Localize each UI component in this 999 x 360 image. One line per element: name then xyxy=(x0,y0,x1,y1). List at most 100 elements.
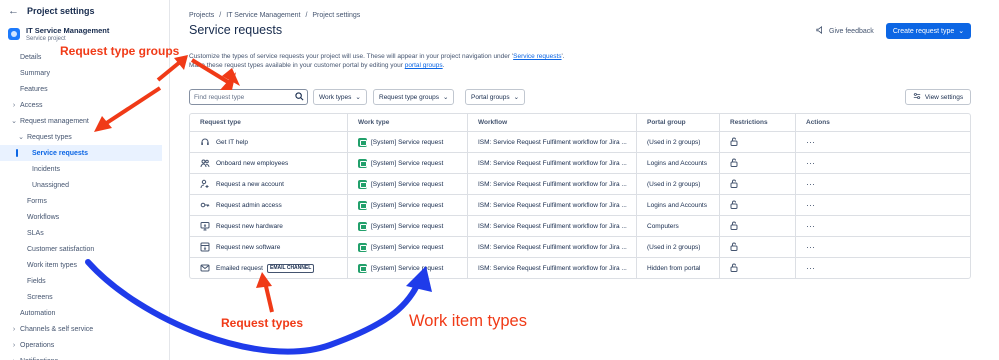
col-request-type[interactable]: Request type xyxy=(190,114,348,131)
restrictions-cell[interactable] xyxy=(720,258,796,278)
more-actions-icon[interactable]: ··· xyxy=(806,221,815,231)
sidebar-item-automation[interactable]: Automation xyxy=(0,305,169,321)
col-restrictions[interactable]: Restrictions xyxy=(720,114,796,131)
unlock-icon[interactable] xyxy=(730,158,738,169)
work-type-cell: [System] Service request xyxy=(348,132,468,152)
more-actions-icon[interactable]: ··· xyxy=(806,242,815,252)
sidebar-item-fields[interactable]: Fields xyxy=(0,273,169,289)
table-row[interactable]: Request admin access [System] Service req… xyxy=(190,194,970,215)
breadcrumb-settings[interactable]: Project settings xyxy=(312,12,360,19)
view-settings-button[interactable]: View settings xyxy=(905,89,971,105)
restrictions-cell[interactable] xyxy=(720,237,796,257)
unlock-icon[interactable] xyxy=(730,242,738,253)
request-type-cell[interactable]: Emailed request EMAIL CHANNEL xyxy=(190,258,348,278)
work-type-name: [System] Service request xyxy=(371,201,444,209)
work-types-filter-label: Work types xyxy=(319,93,352,101)
actions-cell: ··· xyxy=(796,153,970,173)
sidebar-item-work-item-types[interactable]: Work item types xyxy=(0,257,169,273)
sidebar-item-label: Screens xyxy=(27,293,53,301)
sidebar-item-incidents[interactable]: Incidents xyxy=(0,161,169,177)
sidebar-item-request-management[interactable]: ⌄ Request management xyxy=(0,113,169,129)
portal-groups-link[interactable]: portal groups xyxy=(405,62,443,69)
request-type-cell[interactable]: Request a new account xyxy=(190,174,348,194)
table-row[interactable]: Onboard new employees [System] Service re… xyxy=(190,152,970,173)
search-icon xyxy=(295,92,304,103)
give-feedback-button[interactable]: Give feedback xyxy=(816,23,874,39)
request-type-cell[interactable]: Request admin access xyxy=(190,195,348,215)
restrictions-cell[interactable] xyxy=(720,174,796,194)
service-request-icon xyxy=(358,137,367,147)
table-body: Get IT help [System] Service request ISM: … xyxy=(190,131,970,278)
workflow-name: ISM: Service Request Fulfilment workflow… xyxy=(478,243,627,251)
col-portal-group[interactable]: Portal group xyxy=(637,114,720,131)
sidebar-item-unassigned[interactable]: Unassigned xyxy=(0,177,169,193)
table-row[interactable]: Request new hardware [System] Service req… xyxy=(190,215,970,236)
unlock-icon[interactable] xyxy=(730,221,738,232)
portal-group-cell: Hidden from portal xyxy=(637,258,720,278)
chevron-right-icon: › xyxy=(12,341,16,349)
table-row[interactable]: Request a new account [System] Service re… xyxy=(190,173,970,194)
back-arrow-icon[interactable]: ← xyxy=(8,5,19,17)
workflow-cell: ISM: Service Request Fulfilment workflow… xyxy=(468,174,637,194)
search-input[interactable]: Find request type xyxy=(189,89,308,105)
actions-cell: ··· xyxy=(796,132,970,152)
portal-group-name: Logins and Accounts xyxy=(647,201,707,209)
sidebar-item-workflows[interactable]: Workflows xyxy=(0,209,169,225)
portal-group-name: Computers xyxy=(647,222,679,230)
more-actions-icon[interactable]: ··· xyxy=(806,263,815,273)
more-actions-icon[interactable]: ··· xyxy=(806,158,815,168)
restrictions-cell[interactable] xyxy=(720,195,796,215)
work-type-name: [System] Service request xyxy=(371,222,444,230)
actions-cell: ··· xyxy=(796,237,970,257)
sidebar-item-slas[interactable]: SLAs xyxy=(0,225,169,241)
sidebar-item-label: Customer satisfaction xyxy=(27,245,95,253)
unlock-icon[interactable] xyxy=(730,137,738,148)
work-types-filter[interactable]: Work types ⌄ xyxy=(313,89,367,105)
sidebar-item-access[interactable]: › Access xyxy=(0,97,169,113)
restrictions-cell[interactable] xyxy=(720,216,796,236)
sidebar-item-label: Request types xyxy=(27,133,72,141)
sidebar-item-summary[interactable]: Summary xyxy=(0,65,169,81)
request-type-groups-filter[interactable]: Request type groups ⌄ xyxy=(373,89,455,105)
sidebar-item-operations[interactable]: › Operations xyxy=(0,337,169,353)
request-type-name: Get IT help xyxy=(216,138,249,146)
more-actions-icon[interactable]: ··· xyxy=(806,137,815,147)
create-request-type-button[interactable]: Create request type ⌄ xyxy=(886,23,971,39)
sidebar-item-screens[interactable]: Screens xyxy=(0,289,169,305)
project-name: IT Service Management xyxy=(26,26,110,35)
create-request-type-label: Create request type xyxy=(892,27,955,35)
sidebar-item-service-requests[interactable]: Service requests xyxy=(0,145,162,161)
portal-group-cell: (Used in 2 groups) xyxy=(637,132,720,152)
restrictions-cell[interactable] xyxy=(720,153,796,173)
request-type-cell[interactable]: Onboard new employees xyxy=(190,153,348,173)
annotation-work-item-types: Work item types xyxy=(409,312,527,330)
unlock-icon[interactable] xyxy=(730,179,738,190)
request-type-cell[interactable]: Request new software xyxy=(190,237,348,257)
restrictions-cell[interactable] xyxy=(720,132,796,152)
sidebar-item-features[interactable]: Features xyxy=(0,81,169,97)
table-row[interactable]: Request new software [System] Service req… xyxy=(190,236,970,257)
more-actions-icon[interactable]: ··· xyxy=(806,179,815,189)
sidebar-item-request-types[interactable]: ⌄ Request types xyxy=(0,129,169,145)
col-workflow[interactable]: Workflow xyxy=(468,114,637,131)
unlock-icon[interactable] xyxy=(730,263,738,274)
request-type-cell[interactable]: Request new hardware xyxy=(190,216,348,236)
sidebar-item-label: Request management xyxy=(20,117,89,125)
table-row[interactable]: Get IT help [System] Service request ISM: … xyxy=(190,131,970,152)
breadcrumb-project[interactable]: IT Service Management xyxy=(226,12,300,19)
sidebar-item-notifications[interactable]: ›Notifications xyxy=(0,353,169,360)
portal-groups-filter[interactable]: Portal groups ⌄ xyxy=(465,89,526,105)
table-row[interactable]: Emailed request EMAIL CHANNEL [System] Ser… xyxy=(190,257,970,278)
view-settings-label: View settings xyxy=(924,93,964,101)
col-actions[interactable]: Actions xyxy=(796,114,970,131)
sidebar-item-channels-self-service[interactable]: › Channels & self service xyxy=(0,321,169,337)
sidebar-item-customer-satisfaction[interactable]: Customer satisfaction xyxy=(0,241,169,257)
work-type-name: [System] Service request xyxy=(371,138,444,146)
unlock-icon[interactable] xyxy=(730,200,738,211)
col-work-type[interactable]: Work type xyxy=(348,114,468,131)
sidebar-item-forms[interactable]: Forms xyxy=(0,193,169,209)
service-requests-link[interactable]: Service requests xyxy=(513,53,561,60)
request-type-cell[interactable]: Get IT help xyxy=(190,132,348,152)
more-actions-icon[interactable]: ··· xyxy=(806,200,815,210)
breadcrumb-projects[interactable]: Projects xyxy=(189,12,214,19)
